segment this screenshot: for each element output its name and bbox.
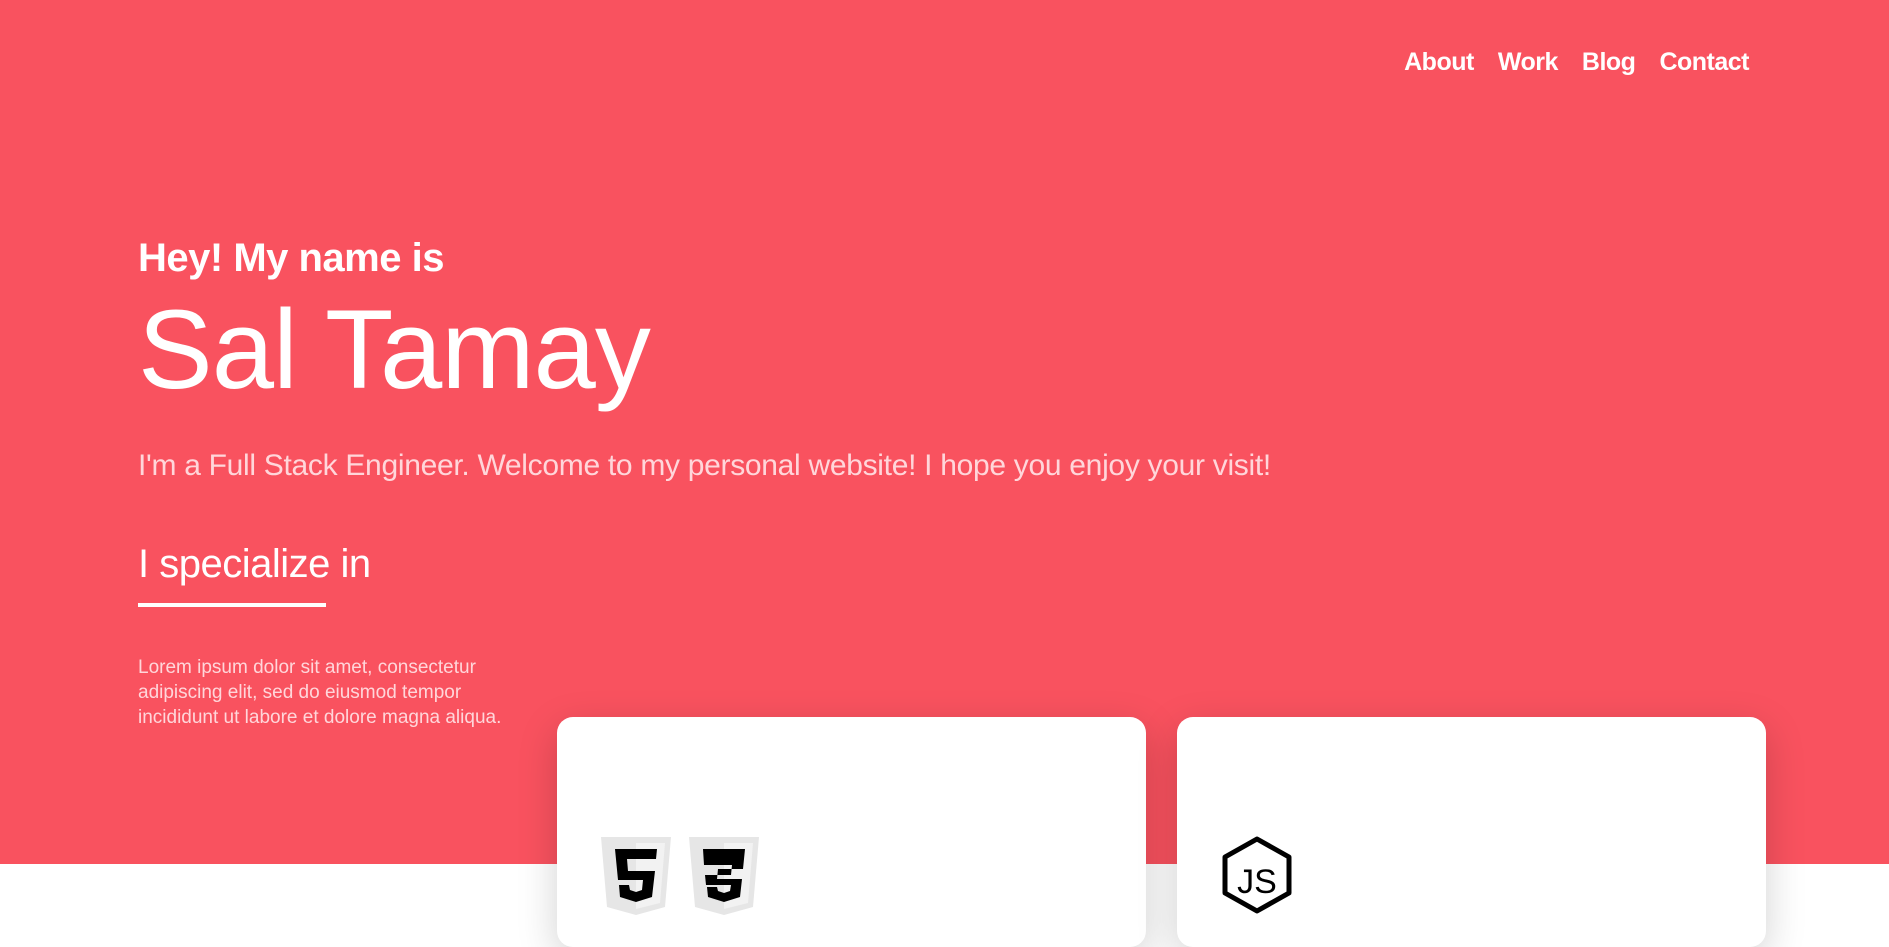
skill-card-backend: JS (1177, 717, 1766, 947)
html5-icon (597, 835, 675, 920)
nodejs-icon: JS (1217, 835, 1297, 920)
heading-underline (138, 603, 326, 607)
svg-text:JS: JS (1237, 863, 1277, 901)
main-nav: About Work Blog Contact (1404, 48, 1749, 77)
specialize-description: Lorem ipsum dolor sit amet, consectetur … (138, 657, 502, 728)
nav-link-contact[interactable]: Contact (1659, 48, 1749, 77)
nav-link-work[interactable]: Work (1498, 48, 1559, 77)
skill-card-frontend (557, 717, 1146, 947)
css3-icon (685, 835, 763, 920)
nav-link-blog[interactable]: Blog (1582, 48, 1636, 77)
hero-tagline: I'm a Full Stack Engineer. Welcome to my… (138, 449, 1271, 482)
nav-link-about[interactable]: About (1404, 48, 1474, 77)
hero-name: Sal Tamay (138, 287, 651, 412)
specialize-heading: I specialize in (138, 542, 371, 586)
hero-greeting: Hey! My name is (138, 236, 444, 280)
